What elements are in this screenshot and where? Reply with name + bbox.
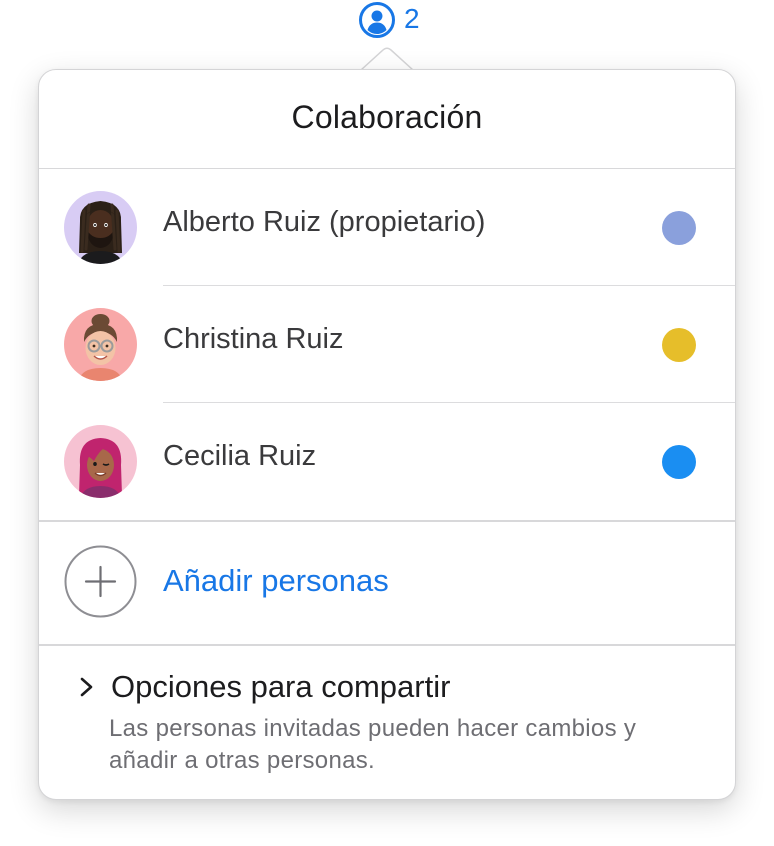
participant-name: Alberto Ruiz (propietario) xyxy=(163,206,486,238)
add-people-label: Añadir personas xyxy=(163,563,389,598)
row-divider xyxy=(163,401,735,403)
avatar xyxy=(64,308,137,381)
participant-name: Christina Ruiz xyxy=(163,323,344,355)
avatar xyxy=(64,425,137,498)
plus-circle-icon xyxy=(64,545,137,618)
chevron-right-icon xyxy=(77,672,97,702)
share-options-toggle[interactable]: Opciones para compartir xyxy=(77,669,450,705)
memoji-alberto-icon xyxy=(64,191,137,264)
participant-color-dot xyxy=(662,445,696,479)
add-people-button[interactable]: Añadir personas xyxy=(39,521,735,644)
popover-header: Colaboración xyxy=(39,70,735,169)
share-options-section: Opciones para compartir Las personas inv… xyxy=(39,645,735,795)
participant-color-dot xyxy=(662,211,696,245)
participant-row[interactable]: Alberto Ruiz (propietario) xyxy=(39,170,735,286)
memoji-cecilia-icon xyxy=(64,425,137,498)
participant-row[interactable]: Christina Ruiz xyxy=(39,287,735,403)
collaborator-count: 2 xyxy=(404,3,420,34)
participant-name: Cecilia Ruiz xyxy=(163,440,317,472)
share-options-title: Opciones para compartir xyxy=(111,669,451,704)
participant-color-dot xyxy=(662,328,696,362)
row-divider xyxy=(163,284,735,286)
avatar xyxy=(64,191,137,264)
stage: 2 Colaboración Alberto Ruiz (propietario… xyxy=(0,0,774,846)
collaborators-button[interactable]: 2 xyxy=(358,0,420,40)
memoji-christina-icon xyxy=(64,308,137,381)
person-circle-icon xyxy=(359,2,395,38)
share-options-description: Las personas invitadas pueden hacer camb… xyxy=(109,715,637,774)
collaboration-popover: Colaboración Alberto Ruiz (propietario) … xyxy=(38,69,736,800)
popover-title: Colaboración xyxy=(291,98,483,135)
participant-row[interactable]: Cecilia Ruiz xyxy=(39,404,735,520)
